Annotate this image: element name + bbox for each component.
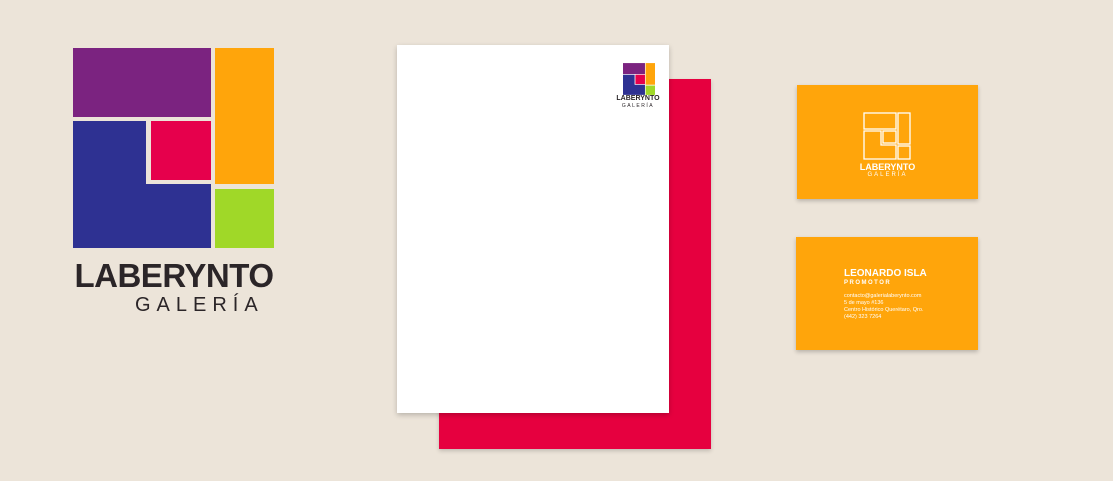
logo-green-block — [215, 189, 274, 248]
contact-block: contacto@galerialaberynto.com 5 de mayo … — [844, 293, 923, 321]
person-name: LEONARDO ISLA — [844, 268, 927, 279]
logo-magenta-block — [151, 121, 211, 180]
letterhead-brand-name: LABERYNTO — [616, 95, 660, 102]
logo-purple-block — [73, 48, 211, 117]
business-card-back: LEONARDO ISLA PROMOTOR contacto@galerial… — [796, 237, 978, 350]
contact-address-line1: 5 de mayo #136 — [844, 300, 884, 306]
brand-name: LABERYNTO — [74, 257, 274, 294]
laberynto-logo-icon — [73, 48, 274, 248]
brand-subtitle: GALERÍA — [135, 294, 264, 316]
letterhead-logo-icon — [623, 63, 655, 95]
card-brand-subtitle: GALERÍA — [867, 172, 908, 178]
laberynto-outline-icon — [863, 112, 911, 160]
letterhead-brand-subtitle: GALERÍA — [621, 103, 655, 109]
contact-phone: (442) 323 7264 — [844, 314, 882, 320]
letterhead-sheet: LABERYNTO GALERÍA — [397, 45, 669, 413]
logo-orange-block — [215, 48, 274, 184]
person-role: PROMOTOR — [844, 280, 892, 286]
business-card-front: LABERYNTO GALERÍA — [797, 85, 978, 199]
contact-email: contacto@galerialaberynto.com — [844, 293, 922, 299]
contact-address-line2: Centro Histórico Querétaro, Qro. — [844, 307, 924, 313]
